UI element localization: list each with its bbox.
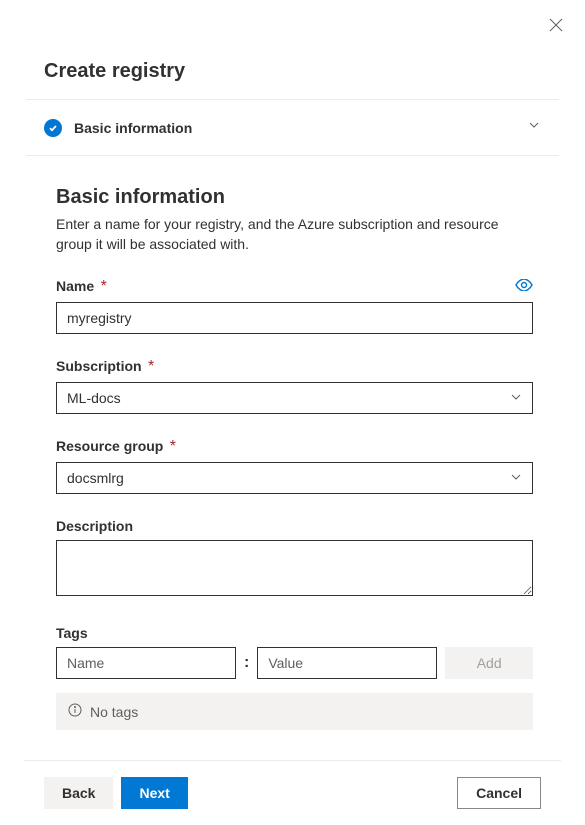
- next-button[interactable]: Next: [121, 777, 187, 809]
- step-header[interactable]: Basic information: [0, 100, 585, 155]
- close-icon: [549, 18, 563, 32]
- subscription-label: Subscription: [56, 358, 142, 374]
- tag-separator: :: [244, 654, 249, 672]
- resource-group-select[interactable]: docsmlrg: [56, 462, 533, 494]
- step-header-left: Basic information: [44, 119, 192, 137]
- resource-group-label: Resource group: [56, 438, 163, 454]
- field-subscription: Subscription * ML-docs: [56, 358, 533, 414]
- required-indicator: *: [96, 278, 107, 295]
- resource-group-value: docsmlrg: [67, 470, 124, 486]
- chevron-down-icon: [510, 470, 522, 486]
- footer: Back Next Cancel: [0, 761, 585, 825]
- field-tags: Tags : Add No tags: [56, 625, 533, 730]
- tag-value-input[interactable]: [257, 647, 437, 679]
- subscription-value: ML-docs: [67, 390, 121, 406]
- no-tags-text: No tags: [90, 704, 138, 720]
- section-heading: Basic information: [56, 186, 533, 209]
- check-complete-icon: [44, 119, 62, 137]
- close-button[interactable]: [549, 18, 563, 37]
- step-title: Basic information: [74, 120, 192, 136]
- required-indicator: *: [165, 438, 176, 455]
- description-input[interactable]: [56, 540, 533, 596]
- section-description: Enter a name for your registry, and the …: [56, 215, 533, 254]
- back-button[interactable]: Back: [44, 777, 113, 809]
- required-indicator: *: [144, 358, 155, 375]
- form-section: Basic information Enter a name for your …: [0, 156, 585, 750]
- subscription-select[interactable]: ML-docs: [56, 382, 533, 414]
- field-description: Description: [56, 518, 533, 601]
- chevron-down-icon: [527, 118, 541, 137]
- cancel-button[interactable]: Cancel: [457, 777, 541, 809]
- description-label: Description: [56, 518, 133, 534]
- no-tags-message: No tags: [56, 693, 533, 730]
- info-icon: [68, 703, 82, 720]
- field-resource-group: Resource group * docsmlrg: [56, 438, 533, 494]
- panel-title: Create registry: [0, 0, 585, 99]
- chevron-down-icon: [510, 390, 522, 406]
- add-tag-button[interactable]: Add: [445, 647, 533, 679]
- visibility-icon[interactable]: [515, 278, 533, 296]
- name-label: Name: [56, 278, 94, 294]
- field-name: Name *: [56, 278, 533, 334]
- tags-label: Tags: [56, 625, 88, 641]
- name-input[interactable]: [56, 302, 533, 334]
- tag-name-input[interactable]: [56, 647, 236, 679]
